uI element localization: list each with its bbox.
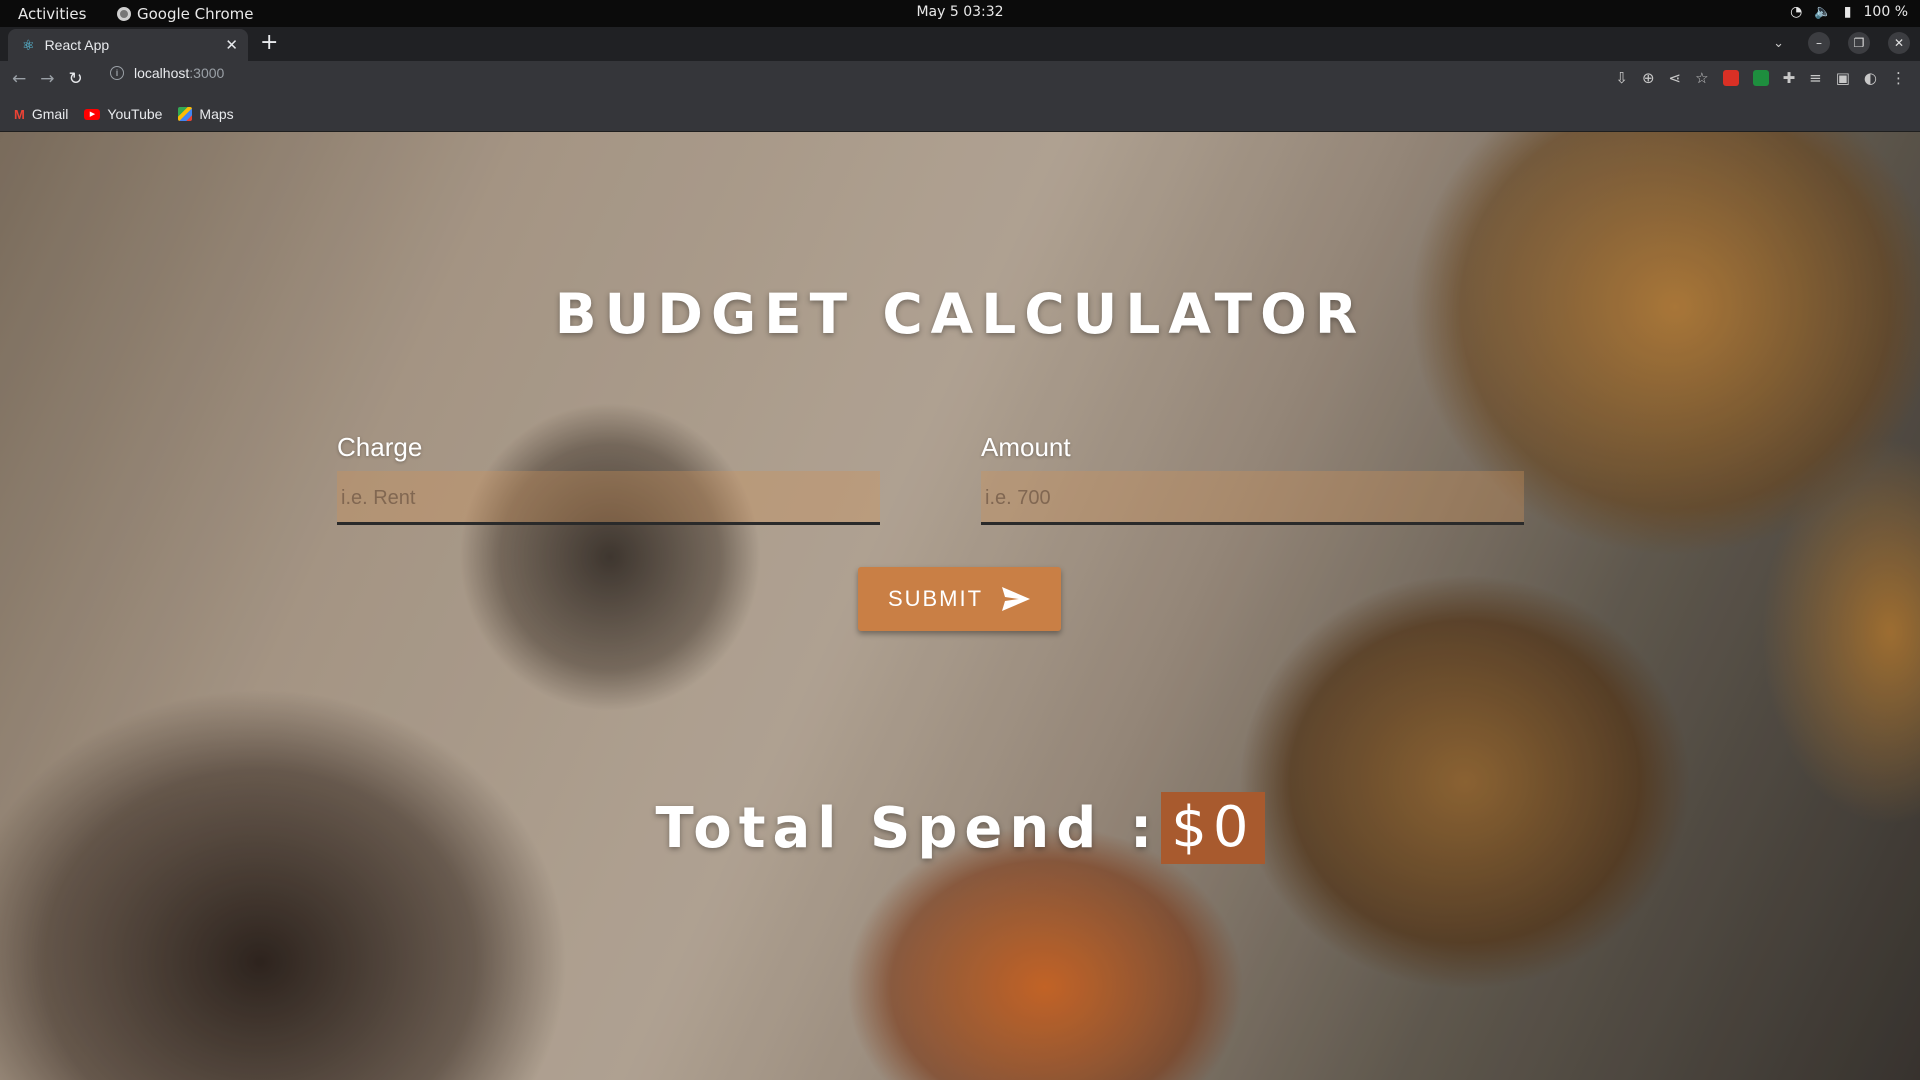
amount-input[interactable] (981, 471, 1524, 525)
nav-buttons: ← → ↻ (12, 69, 83, 89)
youtube-icon: ▶ (84, 108, 101, 120)
tab-title: React App (44, 37, 110, 53)
minimize-button[interactable]: – (1808, 32, 1830, 54)
send-icon (1002, 587, 1031, 611)
maps-icon (178, 107, 193, 121)
tab-react-app[interactable]: ⚛ React App ✕ (8, 29, 248, 61)
zoom-icon[interactable]: ⊕ (1642, 69, 1655, 87)
close-window-button[interactable]: ✕ (1888, 32, 1910, 54)
bookmark-maps[interactable]: Maps (178, 106, 234, 122)
extension-icon[interactable] (1752, 70, 1769, 86)
bookmark-label: Maps (199, 106, 234, 122)
battery-percent: 100 % (1863, 4, 1908, 20)
media-icon[interactable]: ≡ (1809, 69, 1822, 87)
restore-button[interactable]: ❐ (1848, 32, 1870, 54)
forward-icon[interactable]: → (40, 69, 54, 89)
star-icon[interactable]: ☆ (1695, 69, 1708, 87)
page-title: BUDGET CALCULATOR (554, 282, 1366, 346)
chrome-icon (117, 7, 131, 21)
battery-icon: ▮ (1843, 4, 1852, 20)
wifi-icon: ◔ (1790, 4, 1803, 20)
extension-icon[interactable] (1722, 70, 1739, 86)
amount-label: Amount (981, 432, 1071, 462)
close-icon[interactable]: ✕ (225, 36, 238, 54)
install-icon[interactable]: ⇩ (1615, 69, 1628, 87)
amount-field-group: Amount (981, 432, 1524, 525)
bookmark-label: Gmail (31, 106, 69, 122)
gmail-icon: M (14, 106, 25, 122)
app-menu-label: Google Chrome (137, 5, 254, 23)
react-icon: ⚛ (22, 36, 35, 53)
profile-avatar[interactable]: ◐ (1864, 69, 1877, 87)
url-port: :3000 (189, 65, 225, 81)
app-menu[interactable]: Google Chrome (117, 5, 254, 23)
total-spend: Total Spend : $0 (0, 792, 1920, 864)
submit-button[interactable]: SUBMIT (858, 567, 1061, 631)
window-controls: ⌄ – ❐ ✕ (1773, 32, 1910, 54)
url-host: localhost (134, 65, 190, 81)
clock[interactable]: May 5 03:32 (0, 4, 1920, 20)
info-icon[interactable]: i (110, 66, 124, 80)
chevron-down-icon[interactable]: ⌄ (1773, 36, 1784, 51)
total-spend-label: Total Spend : (655, 795, 1160, 861)
sidepanel-icon[interactable]: ▣ (1836, 69, 1850, 87)
os-top-panel: Activities Google Chrome May 5 03:32 ◔ 🔈… (0, 0, 1920, 27)
address-bar[interactable]: i localhost:3000 (110, 65, 224, 81)
new-tab-button[interactable]: + (260, 32, 278, 54)
activities-button[interactable]: Activities (18, 5, 86, 23)
bookmark-gmail[interactable]: M Gmail (14, 106, 68, 122)
back-icon[interactable]: ← (12, 69, 26, 89)
volume-icon: 🔈 (1814, 4, 1832, 20)
share-icon[interactable]: ⋖ (1669, 69, 1682, 87)
total-spend-value: $0 (1161, 792, 1265, 864)
system-tray[interactable]: ◔ 🔈 ▮ 100 % (1790, 4, 1908, 20)
menu-icon[interactable]: ⋮ (1891, 69, 1906, 87)
puzzle-icon[interactable]: ✚ (1783, 69, 1796, 87)
bookmarks-bar: M Gmail ▶ YouTube Maps (0, 97, 1920, 132)
toolbar-actions: ⇩ ⊕ ⋖ ☆ ✚ ≡ ▣ ◐ ⋮ (1615, 69, 1906, 87)
submit-label: SUBMIT (887, 586, 984, 611)
page-viewport: BUDGET CALCULATOR Charge Amount SUBMIT T… (0, 132, 1920, 1080)
bookmark-label: YouTube (107, 106, 163, 122)
tab-strip: ⚛ React App ✕ + ⌄ – ❐ ✕ (0, 27, 1920, 61)
bookmark-youtube[interactable]: ▶ YouTube (84, 106, 162, 122)
charge-field-group: Charge (337, 432, 880, 525)
browser-toolbar: ← → ↻ i localhost:3000 ⇩ ⊕ ⋖ ☆ ✚ ≡ ▣ ◐ ⋮ (0, 61, 1920, 97)
charge-label: Charge (337, 432, 423, 462)
budget-app: BUDGET CALCULATOR Charge Amount SUBMIT T… (0, 132, 1920, 1080)
charge-input[interactable] (337, 471, 880, 525)
reload-icon[interactable]: ↻ (69, 69, 83, 89)
